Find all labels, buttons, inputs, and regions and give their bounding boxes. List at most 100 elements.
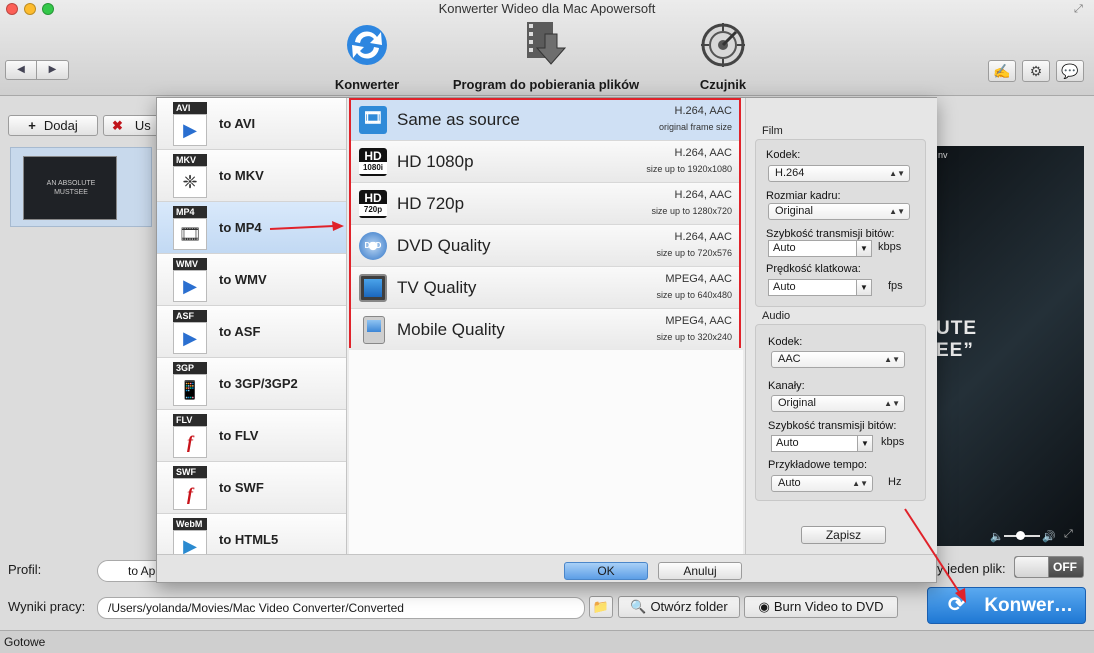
- audio-codec-select[interactable]: AAC ▲▼: [771, 351, 905, 368]
- file-list-item[interactable]: AN ABSOLUTE MUSTSEE: [10, 147, 152, 227]
- chevron-down-icon[interactable]: ▼: [857, 436, 872, 451]
- preset-codec: MPEG4, AAC: [665, 315, 732, 327]
- save-button[interactable]: Zapisz: [801, 526, 886, 544]
- volume-knob[interactable]: [1016, 531, 1025, 540]
- channels-label: Kanały:: [768, 380, 805, 392]
- frame-size-select[interactable]: Original ▲▼: [768, 203, 910, 220]
- preset-name: Same as source: [397, 110, 520, 129]
- format-badge: SWF: [173, 466, 207, 478]
- status-bar: Gotowe: [0, 630, 1094, 653]
- thumbnail-text: AN ABSOLUTE MUSTSEE: [46, 180, 96, 196]
- chevron-down-icon[interactable]: ▼: [856, 241, 871, 256]
- format-item-avi[interactable]: AVI ▶ to AVI: [157, 98, 346, 150]
- remove-button-label: Us: [134, 118, 151, 133]
- volume-max-icon[interactable]: 🔊: [1042, 530, 1056, 543]
- toolbar-downloader[interactable]: Program do pobierania plików: [444, 20, 648, 92]
- preset-dvd-quality[interactable]: DVD DVD Quality H.264, AAC size up to 72…: [351, 226, 739, 267]
- toolbar-converter[interactable]: Konwerter: [330, 20, 404, 92]
- window-title: Konwerter Wideo dla Mac Apowersoft: [438, 1, 656, 16]
- chevron-down-icon[interactable]: ▼: [856, 280, 871, 295]
- channels-select[interactable]: Original ▲▼: [771, 395, 905, 412]
- dvd-badge: DVD: [364, 241, 382, 250]
- search-icon: 🔍: [630, 599, 647, 614]
- format-item-swf[interactable]: SWF f to SWF: [157, 462, 346, 514]
- film-bitrate-label: Szybkość transmisji bitów:: [766, 228, 895, 240]
- merge-toggle[interactable]: OFF: [1014, 556, 1084, 578]
- preset-name: HD 720p: [397, 194, 465, 213]
- preset-tv-quality[interactable]: TV Quality MPEG4, AAC size up to 640x480: [351, 268, 739, 309]
- fps-value: Auto: [773, 281, 796, 293]
- format-item-3gp[interactable]: 3GP 📱 to 3GP/3GP2: [157, 358, 346, 410]
- convert-icon: ⟳: [948, 594, 965, 616]
- burn-dvd-button[interactable]: ◉ Burn Video to DVD: [744, 596, 898, 618]
- toolbar-sensor[interactable]: Czujnik: [690, 20, 756, 92]
- film-codec-select[interactable]: H.264 ▲▼: [768, 165, 910, 182]
- chat-icon: 💬: [1061, 63, 1079, 79]
- audio-group: Kodek: AAC ▲▼ Kanały: Original ▲▼ Szybkość…: [755, 324, 926, 501]
- sample-rate-label: Przykładowe tempo:: [768, 459, 868, 471]
- fullscreen-icon[interactable]: ⤢: [1074, 3, 1086, 15]
- feedback-button[interactable]: 💬: [1056, 60, 1084, 82]
- preview-file-label: nv: [938, 150, 948, 160]
- format-item-html5[interactable]: WebM ▶ to HTML5: [157, 514, 346, 554]
- preset-codec: MPEG4, AAC: [665, 273, 732, 285]
- cancel-button[interactable]: Anuluj: [658, 562, 742, 580]
- format-label: to ASF: [219, 324, 261, 339]
- preset-name: DVD Quality: [397, 236, 491, 255]
- tv-icon: [359, 274, 387, 302]
- film-codec-label: Kodek:: [766, 149, 801, 161]
- film-strip-icon: 🎞: [359, 106, 387, 134]
- settings-button[interactable]: ⚙: [1022, 60, 1050, 82]
- audio-bitrate-combo[interactable]: Auto ▼: [771, 435, 873, 452]
- play-icon: ▶: [173, 114, 207, 146]
- phone-icon: 📱: [173, 374, 207, 406]
- format-item-mkv[interactable]: MKV ❈ to MKV: [157, 150, 346, 202]
- convert-button[interactable]: ⟳ Konwer…: [927, 587, 1086, 624]
- sample-rate-select[interactable]: Auto ▲▼: [771, 475, 873, 492]
- format-badge: FLV: [173, 414, 207, 426]
- ok-button[interactable]: OK: [564, 562, 648, 580]
- browse-folder-button[interactable]: 📁: [589, 596, 613, 618]
- output-path-field[interactable]: /Users/yolanda/Movies/Mac Video Converte…: [97, 597, 585, 619]
- format-badge: AVI: [173, 102, 207, 114]
- plus-icon: +: [28, 118, 36, 133]
- preset-hd-720p[interactable]: HD 720p HD 720p H.264, AAC size up to 12…: [351, 184, 739, 225]
- audio-bitrate-label: Szybkość transmisji bitów:: [768, 420, 897, 432]
- audio-bitrate-value: Auto: [776, 437, 799, 449]
- add-button-label: Dodaj: [43, 118, 78, 133]
- film-bitrate-combo[interactable]: Auto ▼: [768, 240, 872, 257]
- preset-desc: size up to 720x576: [656, 248, 732, 258]
- format-item-flv[interactable]: FLV f to FLV: [157, 410, 346, 462]
- profile-select[interactable]: to Ap: [97, 560, 157, 582]
- format-badge: MP4: [173, 206, 207, 218]
- fps-label: Prędkość klatkowa:: [766, 263, 861, 275]
- user-tools-button[interactable]: ✍: [988, 60, 1016, 82]
- preset-desc: size up to 1280x720: [651, 206, 732, 216]
- volume-icon[interactable]: 🔈: [990, 530, 1004, 543]
- preset-mobile-quality[interactable]: Mobile Quality MPEG4, AAC size up to 320…: [351, 310, 739, 351]
- format-badge: ASF: [173, 310, 207, 322]
- webm-icon: ▶: [173, 530, 207, 554]
- forward-button[interactable]: ▶: [37, 60, 69, 80]
- open-folder-button[interactable]: 🔍 Otwórz folder: [618, 596, 740, 618]
- profile-dialog: AVI ▶ to AVI MKV ❈ to MKV MP4 🎞 to MP4 W…: [156, 97, 937, 583]
- format-badge: WebM: [173, 518, 207, 530]
- preset-same-as-source[interactable]: 🎞 Same as source H.264, AAC original fra…: [351, 100, 739, 141]
- format-item-wmv[interactable]: WMV ▶ to WMV: [157, 254, 346, 306]
- film-group-label: Film: [762, 125, 783, 137]
- back-button[interactable]: ◀: [5, 60, 37, 80]
- remove-button[interactable]: ✖ Us: [103, 115, 159, 136]
- updown-icon: ▲▼: [852, 479, 868, 488]
- preset-hd-1080p[interactable]: HD 1080i HD 1080p H.264, AAC size up to …: [351, 142, 739, 183]
- dvd-icon: DVD: [359, 232, 387, 260]
- matroska-icon: ❈: [173, 166, 207, 198]
- window-toolbar: Konwerter Wideo dla Mac Apowersoft ⤢ ◀ ▶…: [0, 0, 1094, 96]
- video-preview: nv UTE EE” 🔈 🔊 ⤢: [936, 146, 1084, 546]
- expand-icon[interactable]: ⤢: [1064, 528, 1073, 541]
- add-button[interactable]: + Dodaj: [8, 115, 98, 136]
- gear-icon: ⚙: [1029, 63, 1043, 79]
- format-item-mp4[interactable]: MP4 🎞 to MP4: [157, 202, 346, 254]
- format-item-asf[interactable]: ASF ▶ to ASF: [157, 306, 346, 358]
- remove-icon: ✖: [112, 118, 123, 133]
- fps-combo[interactable]: Auto ▼: [768, 279, 872, 296]
